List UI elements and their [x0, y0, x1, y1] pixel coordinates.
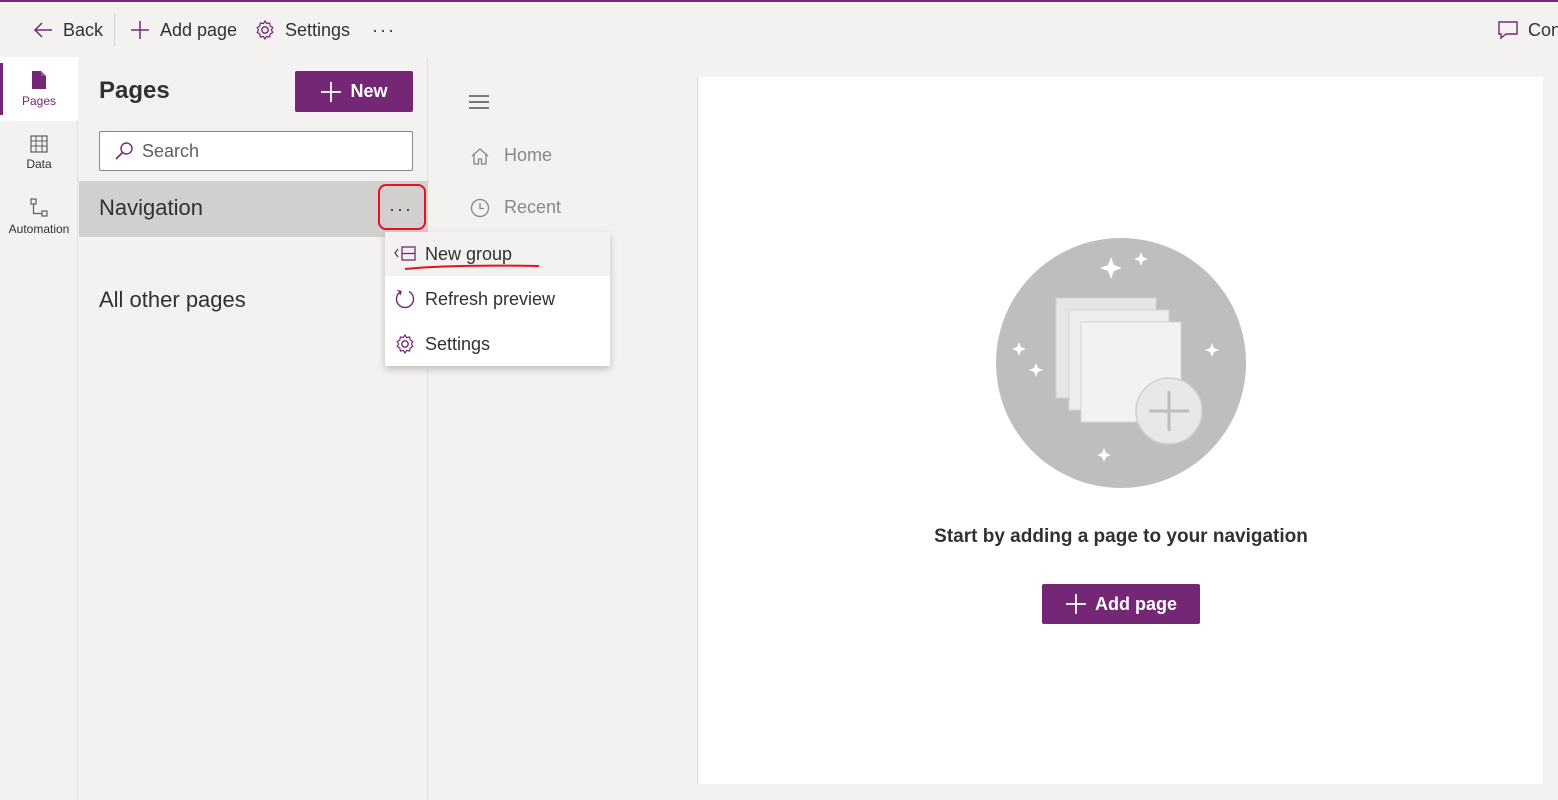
settings-label: Settings	[285, 19, 351, 40]
gear-icon	[396, 333, 414, 355]
rail-item-pages[interactable]: Pages	[0, 57, 78, 121]
rail-item-data[interactable]: Data	[0, 121, 78, 185]
preview-nav-home: Home	[470, 145, 552, 166]
pages-title: Pages	[99, 77, 170, 104]
rail-label-data: Data	[26, 157, 52, 171]
annotation-underline	[404, 264, 540, 270]
arrow-left-icon	[33, 22, 52, 38]
command-bar: Back Add page Settings ··· Con	[0, 0, 1558, 57]
rail-label-pages: Pages	[21, 94, 57, 108]
plus-icon	[1065, 594, 1086, 614]
search-input[interactable]: Search	[99, 131, 413, 171]
gear-icon	[256, 19, 274, 41]
flow-icon	[30, 198, 48, 217]
back-label: Back	[63, 19, 104, 40]
settings-button[interactable]: Settings	[254, 4, 350, 56]
search-placeholder: Search	[142, 140, 200, 161]
new-group-icon	[394, 246, 416, 261]
navigation-label: Navigation	[99, 195, 203, 220]
navigation-row[interactable]: Navigation ···	[79, 181, 428, 237]
plus-icon	[131, 21, 149, 39]
preview-nav-recent: Recent	[470, 197, 561, 218]
page-icon	[32, 71, 46, 89]
menu-item-settings[interactable]: Settings	[385, 322, 610, 366]
pages-panel: Pages New Search Navigation ··· All othe…	[79, 57, 428, 800]
comment-icon	[1498, 21, 1518, 40]
comments-label: Con	[1528, 19, 1558, 40]
all-other-pages-heading: All other pages	[99, 287, 246, 312]
new-label: New	[350, 81, 388, 101]
active-indicator	[0, 63, 3, 115]
add-page-button-main[interactable]: Add page	[1042, 584, 1200, 624]
add-page-button[interactable]: Add page	[129, 4, 237, 56]
menu-label-refresh-preview: Refresh preview	[425, 288, 556, 309]
divider	[114, 14, 115, 46]
comments-button[interactable]: Con	[1497, 4, 1558, 56]
annotation-highlight	[378, 184, 426, 230]
search-icon	[115, 142, 133, 160]
clock-icon	[470, 198, 490, 217]
left-rail: Pages Data Automation	[0, 57, 78, 800]
table-icon	[30, 135, 48, 153]
add-page-main-label: Add page	[1094, 593, 1177, 614]
refresh-icon	[395, 289, 415, 309]
more-button[interactable]: ···	[372, 4, 396, 56]
plus-icon	[321, 81, 342, 102]
back-button[interactable]: Back	[32, 4, 103, 56]
preview-navigation: Home Recent	[450, 77, 698, 784]
rail-label-automation: Automation	[8, 222, 70, 236]
home-icon	[471, 147, 489, 165]
empty-pages-illustration	[996, 238, 1246, 488]
empty-state-message: Start by adding a page to your navigatio…	[934, 526, 1308, 547]
preview-nav-home-label: Home	[504, 145, 553, 165]
preview-canvas: Start by adding a page to your navigatio…	[699, 77, 1543, 784]
add-page-label: Add page	[160, 19, 238, 40]
menu-item-refresh-preview[interactable]: Refresh preview	[385, 277, 610, 321]
new-page-button[interactable]: New	[295, 71, 413, 112]
hamburger-icon[interactable]	[469, 95, 489, 109]
menu-label-settings: Settings	[425, 333, 491, 354]
navigation-context-menu: New group Refresh preview Settings	[385, 232, 610, 366]
preview-nav-recent-label: Recent	[504, 197, 562, 217]
rail-item-automation[interactable]: Automation	[0, 185, 78, 249]
